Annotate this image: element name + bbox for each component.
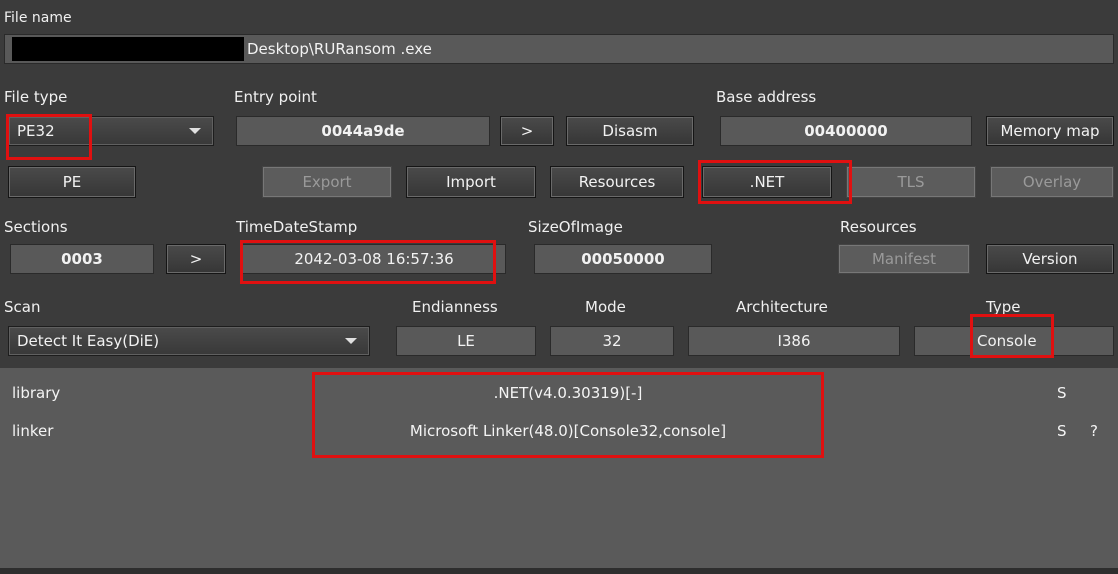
file-name-label: File name (4, 10, 72, 26)
resources-label: Resources (840, 218, 917, 236)
result-kind-linker: linker (12, 422, 54, 440)
disasm-button[interactable]: Disasm (566, 116, 694, 146)
resources-button[interactable]: Resources (550, 166, 684, 198)
mode-label: Mode (585, 298, 626, 316)
manifest-button[interactable]: Manifest (838, 244, 970, 274)
sizeofimage-label: SizeOfImage (528, 218, 623, 236)
architecture-label: Architecture (736, 298, 828, 316)
type-field: Console (914, 326, 1114, 356)
tls-button[interactable]: TLS (846, 166, 976, 198)
sections-label: Sections (4, 218, 68, 236)
result-flag-library[interactable]: S (1057, 384, 1067, 402)
status-strip (0, 568, 1118, 574)
endianness-field: LE (396, 326, 536, 356)
version-button[interactable]: Version (986, 244, 1114, 274)
export-button[interactable]: Export (262, 166, 392, 198)
scan-engine-select[interactable]: Detect It Easy(DiE) (8, 326, 370, 356)
type-value: Console (977, 332, 1037, 350)
result-kind-library: library (12, 384, 61, 402)
sizeofimage-field[interactable]: 00050000 (534, 244, 712, 274)
chevron-down-icon (189, 128, 201, 134)
base-address-field[interactable]: 00400000 (720, 116, 972, 146)
file-type-value: PE32 (17, 122, 55, 140)
pe-button[interactable]: PE (8, 166, 136, 198)
file-type-label: File type (4, 88, 68, 106)
entry-point-label: Entry point (234, 88, 317, 106)
base-address-label: Base address (716, 88, 817, 106)
file-type-select[interactable]: PE32 (8, 116, 214, 146)
timedatestamp-label: TimeDateStamp (236, 218, 358, 236)
scan-label: Scan (4, 298, 41, 316)
scan-engine-value: Detect It Easy(DiE) (17, 332, 160, 350)
architecture-field: I386 (688, 326, 900, 356)
sections-arrow-button[interactable]: > (166, 244, 226, 274)
result-extra-linker[interactable]: ? (1090, 422, 1098, 440)
type-label: Type (986, 298, 1021, 316)
memory-map-button[interactable]: Memory map (986, 116, 1114, 146)
chevron-down-icon (345, 338, 357, 344)
redacted-path-prefix (12, 37, 244, 61)
endianness-label: Endianness (412, 298, 498, 316)
result-name-linker: Microsoft Linker(48.0)[Console32,console… (409, 422, 727, 440)
net-button[interactable]: .NET (702, 166, 832, 198)
file-path-text: Desktop\RURansom .exe (247, 40, 432, 58)
entry-point-field[interactable]: 0044a9de (236, 116, 490, 146)
timedatestamp-field[interactable]: 2042-03-08 16:57:36 (242, 244, 506, 274)
entry-point-arrow-button[interactable]: > (500, 116, 554, 146)
result-name-library: .NET(v4.0.30319)[-] (493, 384, 643, 402)
import-button[interactable]: Import (406, 166, 536, 198)
overlay-button[interactable]: Overlay (990, 166, 1114, 198)
result-flag-linker[interactable]: S (1057, 422, 1067, 440)
mode-field: 32 (550, 326, 674, 356)
sections-field[interactable]: 0003 (10, 244, 154, 274)
